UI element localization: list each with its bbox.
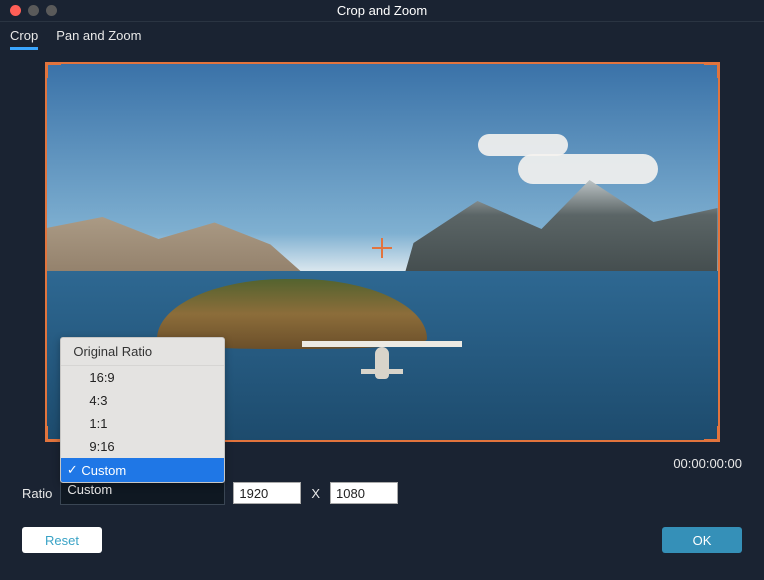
ratio-option-4-3[interactable]: 4:3	[61, 389, 224, 412]
minimize-icon[interactable]	[28, 5, 39, 16]
ratio-option-label: 9:16	[89, 439, 114, 454]
ratio-option-16-9[interactable]: 16:9	[61, 366, 224, 389]
ratio-option-label: 1:1	[89, 416, 107, 431]
ratio-label: Ratio	[22, 486, 52, 501]
ratio-option-label: 4:3	[89, 393, 107, 408]
window-titlebar: Crop and Zoom	[0, 0, 764, 22]
preview-cloud	[518, 154, 658, 184]
crop-handle-top-left-icon[interactable]	[45, 62, 61, 78]
ratio-menu-header[interactable]: Original Ratio	[61, 338, 224, 366]
crop-handle-top-right-icon[interactable]	[704, 62, 720, 78]
width-input[interactable]	[233, 482, 301, 504]
ok-button[interactable]: OK	[662, 527, 742, 553]
timecode: 00:00:00:00	[673, 456, 742, 471]
crop-center-crosshair-icon[interactable]	[372, 238, 392, 258]
close-icon[interactable]	[10, 5, 21, 16]
controls-row: Ratio Custom Original Ratio 16:9 4:3 1:1…	[0, 477, 764, 509]
ratio-option-custom[interactable]: ✓Custom	[61, 458, 224, 482]
reset-button[interactable]: Reset	[22, 527, 102, 553]
preview-airplane	[302, 339, 462, 379]
ratio-dropdown-menu: Original Ratio 16:9 4:3 1:1 9:16 ✓Custom	[60, 337, 225, 483]
zoom-icon[interactable]	[46, 5, 57, 16]
tab-pan-and-zoom[interactable]: Pan and Zoom	[56, 28, 141, 50]
ratio-option-label: 16:9	[89, 370, 114, 385]
ratio-dropdown[interactable]: Custom Original Ratio 16:9 4:3 1:1 9:16 …	[60, 481, 225, 505]
dimension-separator: X	[309, 486, 322, 501]
check-icon: ✓	[65, 462, 79, 478]
window-title: Crop and Zoom	[337, 3, 427, 18]
ratio-option-1-1[interactable]: 1:1	[61, 412, 224, 435]
footer: Reset OK	[0, 509, 764, 563]
ratio-selected-value[interactable]: Custom	[60, 481, 225, 505]
height-input[interactable]	[330, 482, 398, 504]
tab-bar: Crop Pan and Zoom	[0, 22, 764, 54]
window-controls	[0, 5, 57, 16]
crop-handle-bottom-right-icon[interactable]	[704, 426, 720, 442]
ratio-option-label: Custom	[81, 463, 126, 478]
preview-cloud	[478, 134, 568, 156]
ratio-option-9-16[interactable]: 9:16	[61, 435, 224, 458]
tab-crop[interactable]: Crop	[10, 28, 38, 50]
crop-handle-bottom-left-icon[interactable]	[45, 426, 61, 442]
